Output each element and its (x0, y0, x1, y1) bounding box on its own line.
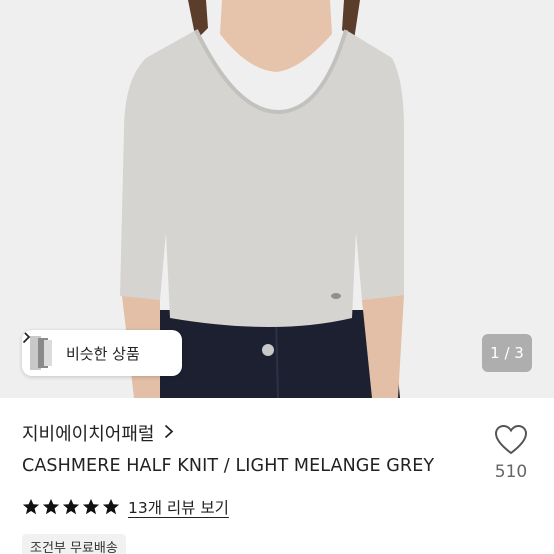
similar-products-label: 비슷한 상품 (66, 344, 140, 363)
chevron-right-icon (164, 423, 174, 444)
like-button[interactable]: 510 (488, 424, 534, 482)
rating-stars (22, 498, 120, 516)
shipping-badge: 조건부 무료배송 (22, 534, 126, 554)
star-icon (42, 498, 60, 515)
rating-row: 13개 리뷰 보기 (22, 496, 229, 518)
like-count: 510 (494, 462, 528, 482)
star-icon (62, 498, 80, 515)
shop-link[interactable]: 지비에이치어패럴 (22, 420, 174, 446)
product-title: CASHMERE HALF KNIT / LIGHT MELANGE GREY (22, 456, 435, 476)
star-icon (102, 498, 120, 515)
star-icon (22, 498, 40, 515)
product-image[interactable]: 비슷한 상품 1 / 3 (0, 0, 554, 398)
image-page-counter: 1 / 3 (482, 334, 532, 372)
shop-name: 지비에이치어패럴 (22, 424, 155, 445)
star-icon (82, 498, 100, 515)
similar-products-button[interactable]: 비슷한 상품 (22, 330, 182, 376)
heart-icon (494, 424, 528, 455)
review-link[interactable]: 13개 리뷰 보기 (128, 496, 229, 518)
